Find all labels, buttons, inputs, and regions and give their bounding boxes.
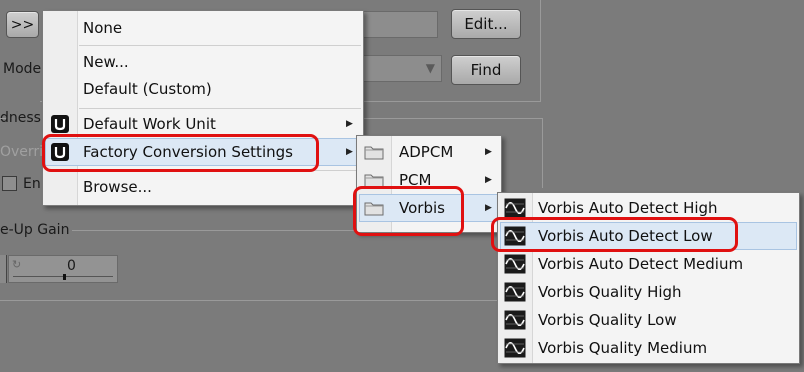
waveform-icon	[504, 226, 526, 246]
loudness-label: dness	[0, 110, 41, 126]
menu-item-label: Default (Custom)	[83, 80, 212, 98]
waveform-icon	[504, 198, 526, 218]
waveform-icon	[504, 282, 526, 302]
submenu-arrow-icon: ▶	[346, 119, 353, 129]
panel-border	[0, 300, 540, 301]
folder-icon	[364, 146, 384, 160]
menu-item-factory-conversion-settings[interactable]: Factory Conversion Settings ▶	[45, 138, 361, 166]
mode-label: Mode	[3, 61, 42, 77]
submenu-arrow-icon: ▶	[346, 147, 353, 157]
refresh-icon: ↻	[12, 258, 22, 271]
menu-item-vorbis-auto-detect-high[interactable]: Vorbis Auto Detect High	[498, 195, 799, 221]
submenu-arrow-icon: ▶	[485, 203, 492, 213]
gain-spinner[interactable]	[0, 255, 7, 283]
work-unit-icon	[51, 115, 69, 133]
gain-slider-field[interactable]: ↻ 0	[8, 255, 118, 283]
menu-separator	[79, 45, 361, 46]
group-border	[360, 118, 543, 119]
menu-item-label: Vorbis	[399, 199, 445, 217]
menu-item-label: Default Work Unit	[83, 115, 216, 133]
menu-item-label: None	[83, 19, 123, 37]
menu-item-label: Vorbis Auto Detect Low	[538, 227, 713, 245]
gain-value: 0	[67, 258, 76, 274]
menu-item-vorbis-quality-low[interactable]: Vorbis Quality Low	[498, 307, 799, 333]
folder-icon	[364, 174, 384, 188]
menu-item-label: Factory Conversion Settings	[83, 143, 293, 161]
edit-button[interactable]: Edit...	[451, 9, 521, 39]
group-border	[72, 230, 362, 231]
panel-border	[540, 0, 541, 102]
menu-item-label: Browse...	[83, 178, 152, 196]
menu-separator	[79, 108, 361, 109]
chevron-down-icon: ▼	[425, 61, 435, 75]
override-label: Overri	[0, 144, 44, 160]
mode-dropdown[interactable]: ▼	[360, 55, 442, 82]
menu-item-default-custom[interactable]: Default (Custom)	[43, 76, 363, 102]
menu-item-vorbis[interactable]: Vorbis ▶	[359, 194, 499, 222]
conversion-settings-menu: None New... Default (Custom) Default Wor…	[42, 10, 364, 206]
group-border	[0, 118, 6, 119]
enable-checkbox[interactable]	[2, 176, 17, 191]
submenu-arrow-icon: ▶	[485, 175, 492, 185]
gain-slider-thumb[interactable]	[63, 274, 66, 280]
menu-item-label: Vorbis Quality High	[538, 283, 682, 301]
makeup-gain-label: e-Up Gain	[0, 222, 70, 238]
menu-item-label: PCM	[399, 171, 432, 189]
menu-item-pcm[interactable]: PCM ▶	[357, 167, 501, 193]
menu-item-label: Vorbis Quality Low	[538, 311, 677, 329]
menu-item-vorbis-quality-medium[interactable]: Vorbis Quality Medium	[498, 335, 799, 361]
menu-separator	[79, 170, 361, 171]
submenu-arrow-icon: ▶	[485, 147, 492, 157]
find-button[interactable]: Find	[451, 55, 521, 85]
name-field[interactable]	[360, 11, 438, 38]
menu-item-adpcm[interactable]: ADPCM ▶	[357, 139, 501, 165]
work-unit-icon	[51, 143, 69, 161]
format-submenu: ADPCM ▶ PCM ▶ Vorbis ▶	[356, 135, 502, 233]
menu-item-browse[interactable]: Browse...	[43, 174, 363, 200]
menu-item-label: Vorbis Auto Detect Medium	[538, 255, 744, 273]
menu-item-vorbis-auto-detect-medium[interactable]: Vorbis Auto Detect Medium	[498, 251, 799, 277]
menu-item-default-work-unit[interactable]: Default Work Unit ▶	[43, 111, 363, 137]
menu-item-vorbis-auto-detect-low[interactable]: Vorbis Auto Detect Low	[500, 222, 797, 250]
waveform-icon	[504, 310, 526, 330]
folder-icon	[364, 202, 384, 216]
menu-item-label: Vorbis Quality Medium	[538, 339, 708, 357]
menu-item-vorbis-quality-high[interactable]: Vorbis Quality High	[498, 279, 799, 305]
waveform-icon	[504, 338, 526, 358]
menu-item-new[interactable]: New...	[43, 49, 363, 75]
enable-label: En	[23, 176, 41, 192]
group-border	[542, 118, 543, 188]
waveform-icon	[504, 254, 526, 274]
menu-item-none[interactable]: None	[43, 15, 363, 41]
menu-item-label: ADPCM	[399, 143, 454, 161]
vorbis-submenu: Vorbis Auto Detect High Vorbis Auto Dete…	[497, 192, 800, 364]
menu-item-label: Vorbis Auto Detect High	[538, 199, 718, 217]
expand-button[interactable]: >>	[6, 11, 39, 38]
menu-item-label: New...	[83, 53, 129, 71]
